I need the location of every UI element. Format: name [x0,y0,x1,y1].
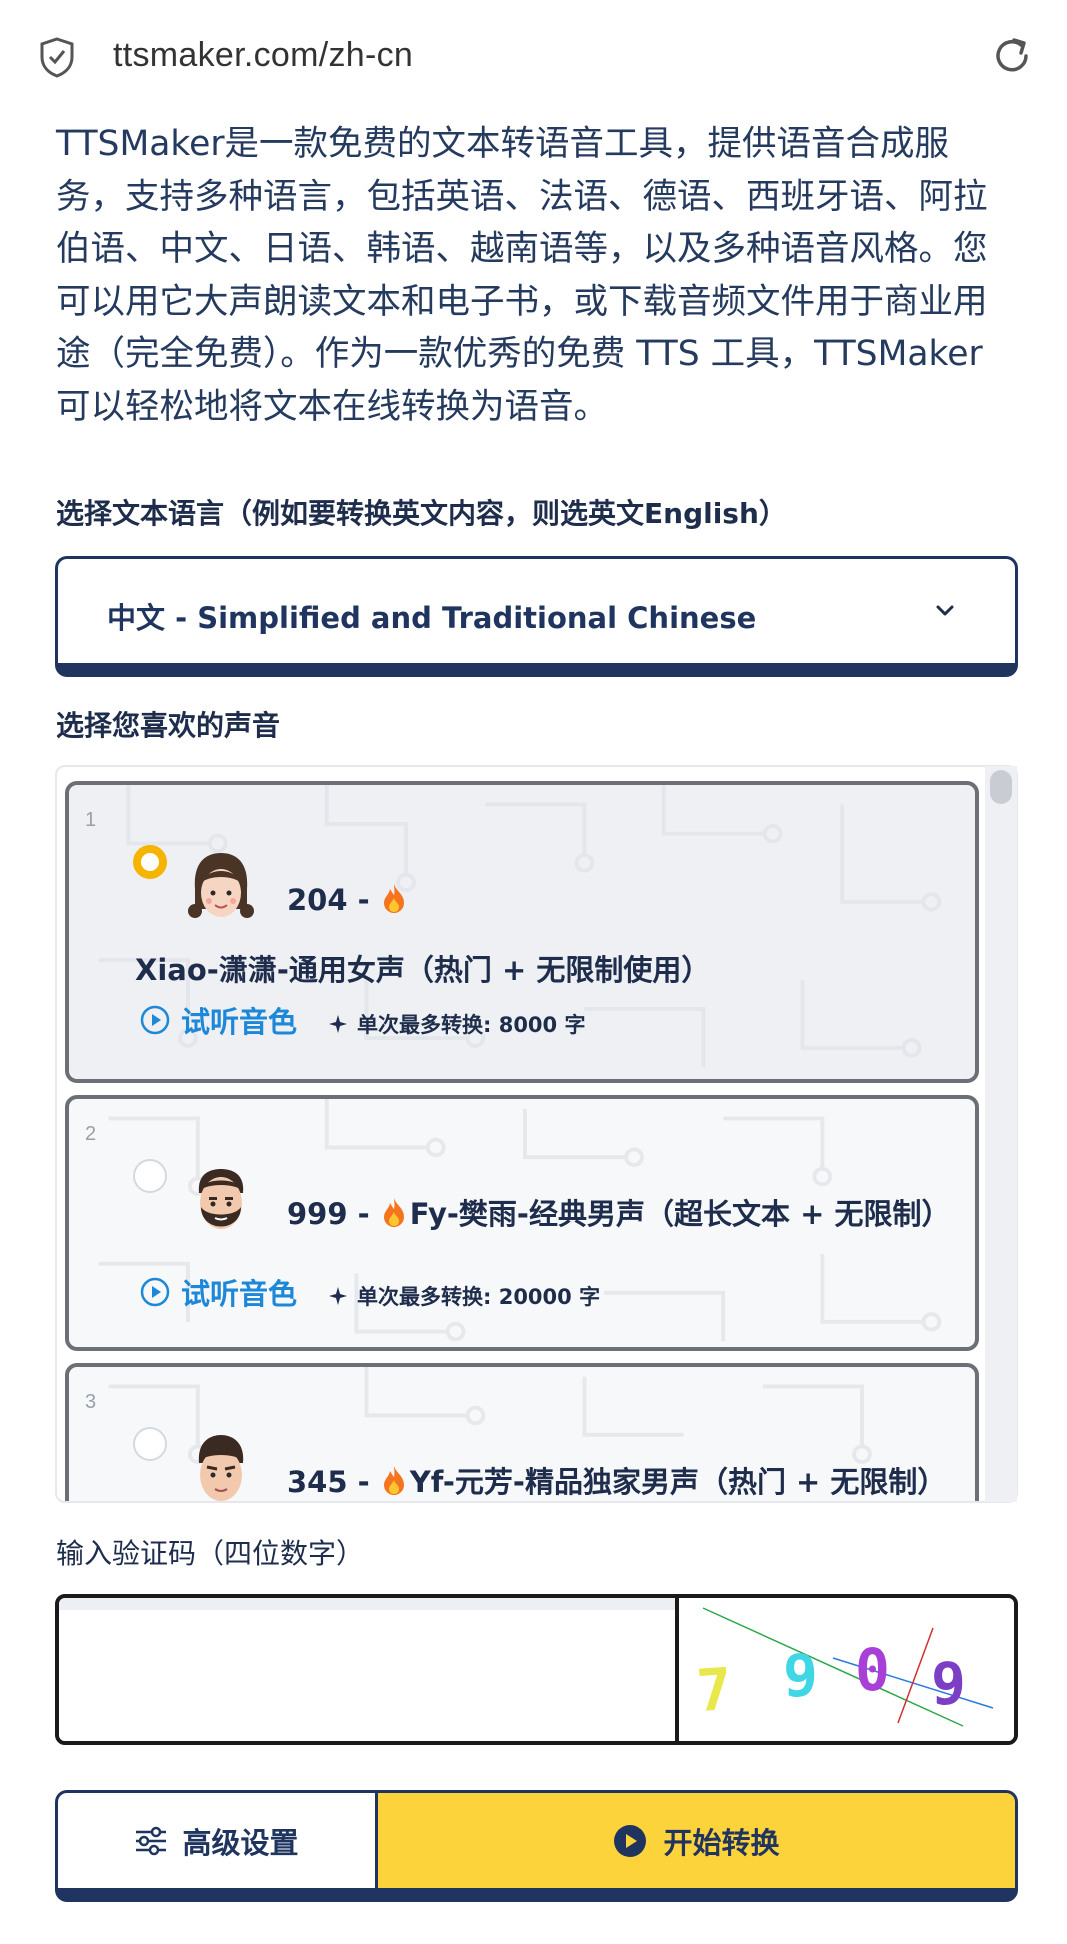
url-text[interactable]: ttsmaker.com/zh-cn [113,36,413,75]
language-selected-value: 中文 - Simplified and Traditional Chinese [107,601,757,635]
max-chars: 单次最多转换: 8000 字 [327,1009,585,1039]
voice-list[interactable]: 1 204 - Xiao-潇潇-通用女声（热门 + 无限制使用） 试听音色 单次… [55,765,1018,1503]
max-chars-text: 单次最多转换: 8000 字 [357,1013,586,1037]
sparkle-icon [329,1015,347,1033]
scrollbar-thumb[interactable] [990,770,1012,804]
captcha-input[interactable] [59,1598,679,1741]
play-circle-filled-icon [614,1824,647,1857]
captcha-label: 输入验证码（四位数字） [56,1537,365,1570]
intro-paragraph: TTSMaker是一款免费的文本转语音工具，提供语音合成服务，支持多种语言，包括… [56,124,988,427]
language-select[interactable]: 中文 - Simplified and Traditional Chinese [55,556,1018,677]
voice-title: 345 - Yf-元芳-精品独家男声（热门 + 无限制） [135,1447,971,1501]
max-chars: 单次最多转换: 20000 字 [327,1281,600,1311]
voice-number: 345 - [287,1465,380,1499]
start-convert-label: 开始转换 [663,1825,780,1860]
play-circle-icon [140,1277,170,1307]
listen-button[interactable]: 试听音色 [139,1271,297,1313]
voice-card-2[interactable]: 2 999 - Fy-樊雨-经典男声（超长文本 + 无限制） 试听音色 单次最多… [65,1095,979,1351]
captcha-digit: 9 [931,1650,966,1718]
voice-name: Xiao-潇潇-通用女声（热门 + 无限制使用） [135,953,711,987]
voice-index: 3 [85,1391,97,1413]
captcha-digit: 9 [783,1642,818,1710]
advanced-settings-button[interactable]: 高级设置 [55,1790,375,1902]
fire-icon [383,884,404,913]
start-convert-button[interactable]: 开始转换 [375,1790,1018,1902]
reload-icon[interactable] [990,34,1034,78]
sparkle-icon [329,1287,347,1305]
language-label: 选择文本语言（例如要转换英文内容，则选英文English） [56,497,787,530]
voice-number: 204 - [287,883,380,917]
voice-card-1[interactable]: 1 204 - Xiao-潇潇-通用女声（热门 + 无限制使用） 试听音色 单次… [65,781,979,1083]
voice-list-scrollbar[interactable] [985,766,1017,1502]
listen-label: 试听音色 [181,1277,298,1311]
shield-check-icon [40,37,74,78]
listen-button[interactable]: 试听音色 [139,999,297,1041]
voice-name: Yf-元芳-精品独家男声（热门 + 无限制） [409,1465,947,1499]
voice-number: 999 - [287,1197,380,1231]
captcha-image[interactable]: 7 9 0 9 [683,1598,1018,1741]
max-chars-text: 单次最多转换: 20000 字 [357,1285,601,1309]
fire-icon [383,1466,404,1495]
browser-url-bar: ttsmaker.com/zh-cn [0,0,1067,110]
captcha-box: 7 9 0 9 [55,1594,1018,1745]
advanced-settings-label: 高级设置 [182,1825,299,1860]
voice-name: Fy-樊雨-经典男声（超长文本 + 无限制） [409,1197,951,1231]
voice-index: 1 [85,809,97,831]
voice-title: 999 - Fy-樊雨-经典男声（超长文本 + 无限制） [135,1179,971,1249]
captcha-digit: 0 [855,1636,890,1704]
fire-icon [383,1198,404,1227]
voice-title: 204 - Xiao-潇潇-通用女声（热门 + 无限制使用） [135,865,971,1005]
voice-index: 2 [85,1123,97,1145]
action-buttons: 高级设置 开始转换 [55,1790,1018,1902]
sliders-icon [136,1826,167,1855]
captcha-digit: 7 [694,1655,734,1725]
play-circle-icon [140,1005,170,1035]
chevron-down-icon [936,605,954,616]
voice-card-3[interactable]: 3 345 - Yf-元芳-精品独家男声（热门 + 无限制） [65,1363,979,1501]
voice-label: 选择您喜欢的声音 [56,709,281,742]
listen-label: 试听音色 [181,1005,298,1039]
